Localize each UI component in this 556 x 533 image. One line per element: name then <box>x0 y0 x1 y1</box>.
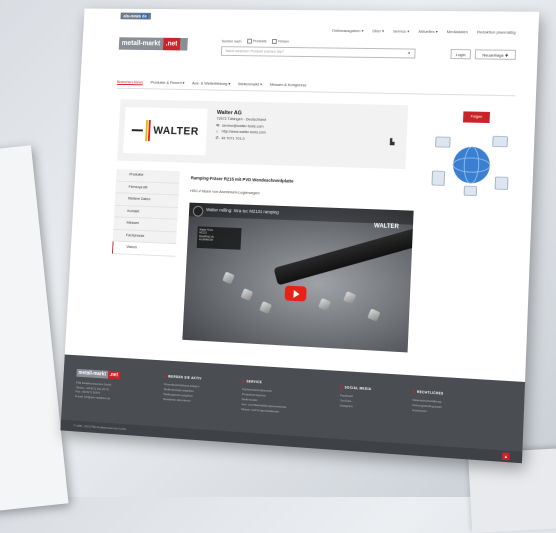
topnav-onlineausgaben[interactable]: Onlineausgaben ▾ <box>332 28 364 33</box>
nav-produkte-firmen[interactable]: Produkte & Firmen ▾ <box>150 80 184 86</box>
checkbox-icon[interactable] <box>247 38 253 44</box>
alu-news-logo-text: alu-news <box>123 13 142 19</box>
footer-address-line: E-mail: info@pse-redaktion.de <box>75 393 111 401</box>
top-bar: alu-newsde <box>84 9 539 26</box>
insert-image <box>343 291 357 305</box>
walter-logo-bar-red <box>148 120 152 142</box>
footer-column-legal: RECHTLICHES Datenschutzerklärung Nutzung… <box>412 390 444 416</box>
nav-stellenmarkt[interactable]: Stellenmarkt ▾ <box>238 81 262 87</box>
footer-logo-text: metall-markt <box>76 368 108 379</box>
divider <box>116 87 516 96</box>
topnav-redaktion[interactable]: Redaktion planmäßig <box>477 29 516 34</box>
search-input[interactable]: Nach welchem Produkt suchen Sie? ⌕ <box>220 46 416 59</box>
youtube-video-player[interactable]: Walter milling: Xtra·tec M2131 ramping W… <box>182 202 414 353</box>
search-option-firms[interactable]: Firmen <box>272 39 289 44</box>
company-card: WALTER Walter AG 72072 Tübingen - Deutsc… <box>117 99 409 170</box>
device-tablet <box>432 171 445 185</box>
video-title: Walter milling: Xtra·tec M2131 ramping <box>188 202 414 225</box>
insert-image <box>259 300 273 315</box>
footer-link[interactable]: Instagram <box>340 403 371 410</box>
walter-logo: WALTER <box>123 107 208 156</box>
footer-column-service: SERVICE Fachverzeichnisbereich Produktve… <box>241 379 287 415</box>
milling-tool-image <box>273 225 414 286</box>
footer-column-aktiv: WERDEN SIE AKTIV Firmenbeschreibung anle… <box>163 374 202 404</box>
company-sidebar: Produkte Firmenprofil Weitere Daten Kont… <box>111 169 180 257</box>
background-paper-left <box>0 145 69 515</box>
insert-image <box>318 297 332 312</box>
login-button[interactable]: Login <box>450 49 472 60</box>
footer-copyright: © 1995 - 2022 PSE Redaktionsservice GmbH <box>60 419 523 464</box>
video-info-card: Walter Tools M2131 RAMPING IN ALUMINIUM <box>196 226 242 250</box>
video-subheading: HSC-Fräsen von Aluminium-Legierungen <box>190 188 260 196</box>
footer-heading: RECHTLICHES <box>413 390 444 397</box>
search-placeholder: Nach welchem Produkt suchen Sie? <box>225 49 285 54</box>
nav-messen[interactable]: Messen & Kongresse <box>270 82 307 89</box>
company-info: Walter AG 72072 Tübingen - Deutschland ✉… <box>215 110 267 143</box>
topnav-ueber[interactable]: Über ▾ <box>372 28 384 33</box>
video-heading: Ramping-Fräser R215 mit PVD Wendeschneid… <box>190 175 294 184</box>
device-printer <box>464 186 477 196</box>
company-phone: 49 7071 701-0 <box>221 135 245 141</box>
site-logo-net: .net <box>162 37 181 51</box>
printed-webpage: alu-newsde Onlineausgaben ▾ Über ▾ Servi… <box>60 8 540 464</box>
search-label: Suchen nach <box>221 38 242 44</box>
footer-logo[interactable]: metall-markt .net <box>76 368 120 380</box>
alu-news-logo[interactable]: alu-newsde <box>120 12 151 20</box>
footer-column-social: SOCIAL MEDIA Facebook YouTube Instagram <box>340 385 372 410</box>
company-phone-row: ✆ 49 7071 701-0 <box>215 135 265 143</box>
network-globe-graphic <box>429 131 513 200</box>
follow-button[interactable]: Folgen <box>462 111 490 124</box>
search-icon[interactable]: ⌕ <box>407 49 411 58</box>
site-footer: metall-markt .net PSE Redaktionsservice G… <box>60 354 526 464</box>
main-navigation: Branchen-News Produkte & Firmen ▾ Aus- &… <box>116 79 307 89</box>
insert-image <box>222 271 235 285</box>
site-header: metall-markt .net Suchen nach Produkte F… <box>117 37 527 82</box>
factory-icon: ▙ <box>389 139 395 146</box>
insert-image <box>240 288 254 302</box>
checkbox-icon[interactable] <box>272 39 278 44</box>
nav-branchen-news[interactable]: Branchen-News <box>116 79 144 86</box>
sidebar-item-videos[interactable]: Videos <box>111 241 177 257</box>
footer-logo-net: .net <box>107 370 120 380</box>
topnav-service[interactable]: Service ▾ <box>393 29 410 34</box>
footer-heading: WERDEN SIE AKTIV <box>164 374 202 381</box>
video-card-line: ALUMINIUM <box>198 238 213 242</box>
topnav-aktuelles[interactable]: Aktuelles ▾ <box>418 29 438 34</box>
walter-logo-text: WALTER <box>152 124 200 138</box>
play-button[interactable] <box>284 285 307 302</box>
footer-address: PSE Redaktionsservice GmbH Telefon: +49 … <box>75 381 111 401</box>
search-option-products-label: Produkte <box>252 39 267 44</box>
search-option-firms-label: Firmen <box>278 39 289 44</box>
register-button[interactable]: Neuanfrage ✚ <box>474 49 517 60</box>
device-laptop <box>436 137 451 147</box>
video-section-text: Ramping-Fräser R215 mit PVD Wendeschneid… <box>190 175 415 200</box>
site-logo[interactable]: metall-markt .net <box>118 37 188 51</box>
device-phone <box>495 177 508 190</box>
topnav-mediadaten[interactable]: Mediadaten <box>447 29 468 34</box>
company-email[interactable]: service@walter-tools.com <box>222 124 264 129</box>
company-web[interactable]: http://www.walter-tools.com <box>222 130 266 135</box>
walter-logo-line <box>131 129 144 132</box>
video-brand-logo: WALTER <box>373 223 399 231</box>
scroll-to-top-icon[interactable]: ▲ <box>502 452 510 461</box>
search-option-products[interactable]: Produkte <box>247 38 267 44</box>
top-navigation: Onlineausgaben ▾ Über ▾ Service ▾ Aktuel… <box>332 28 516 35</box>
globe-shape <box>452 146 491 184</box>
footer-heading: SOCIAL MEDIA <box>340 385 372 392</box>
search-options: Suchen nach Produkte Firmen <box>221 38 289 44</box>
video-title-text: Walter milling: Xtra·tec M2131 ramping <box>206 207 279 215</box>
footer-heading: SERVICE <box>242 379 287 387</box>
insert-image <box>367 308 381 322</box>
footer-link[interactable]: Newsletter abonnieren <box>163 397 201 404</box>
site-logo-text: metall-markt <box>121 40 161 48</box>
alu-news-logo-mark: de <box>140 13 148 19</box>
nav-weiterbildung[interactable]: Aus- & Weiterbildung ▾ <box>192 80 231 86</box>
device-monitor <box>493 136 508 147</box>
